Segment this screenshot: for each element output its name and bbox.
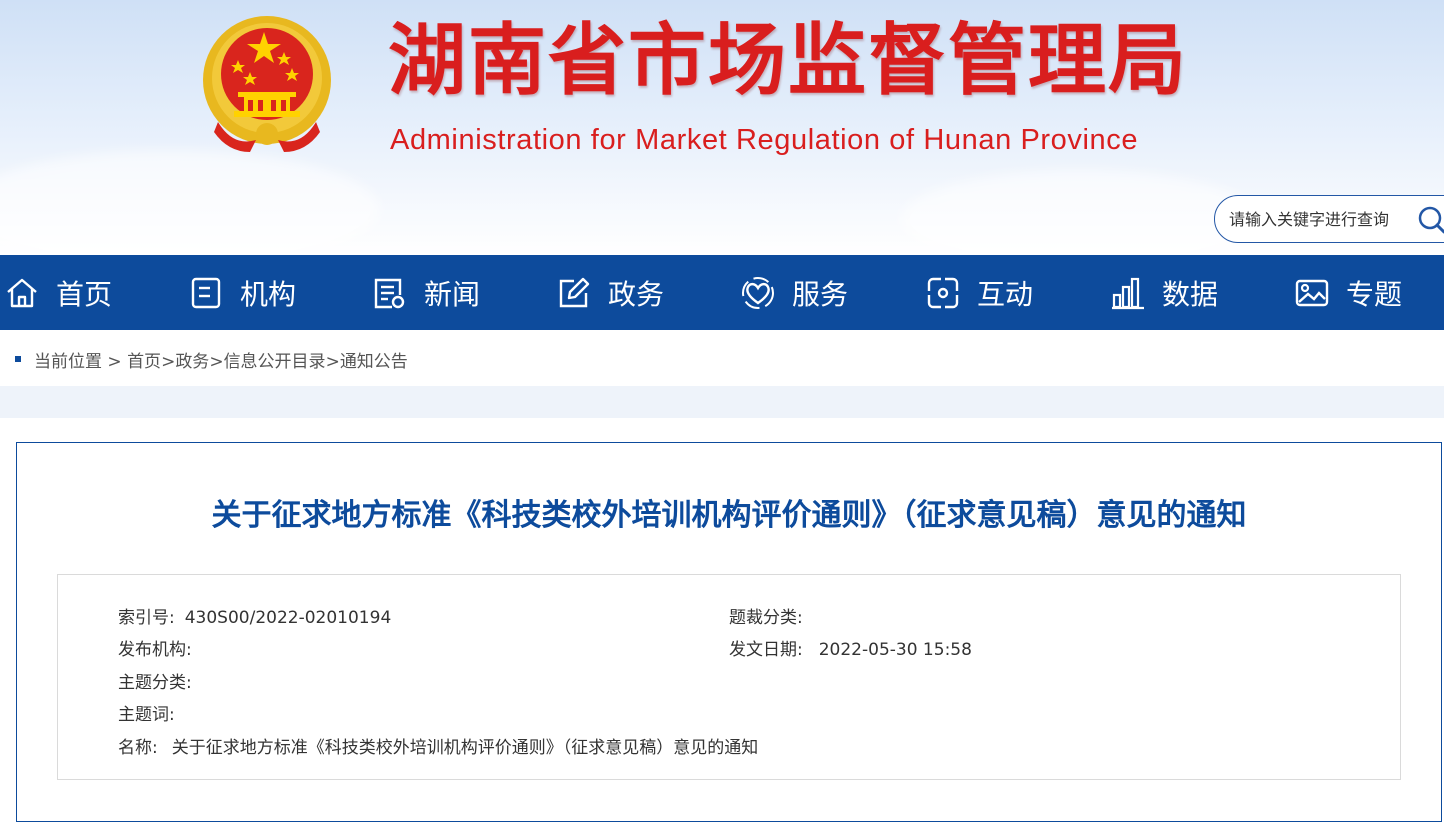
breadcrumb-text: 当前位置 > 首页>政务>信息公开目录>通知公告: [34, 347, 408, 372]
national-emblem-icon: [203, 16, 331, 152]
meta-label: 主题词:: [118, 705, 175, 725]
main-nav: 首页 机构 新闻 政务 服务 互动 数据 专题: [0, 255, 1444, 330]
search-input[interactable]: [1229, 206, 1409, 232]
nav-item-service[interactable]: 服务: [740, 255, 848, 330]
nav-item-label: 政务: [608, 277, 665, 311]
meta-publisher: 发布机构:: [118, 635, 202, 660]
nav-item-label: 首页: [56, 277, 113, 311]
image-icon: [1295, 279, 1329, 306]
nav-item-label: 服务: [792, 277, 849, 311]
news-icon: [374, 278, 405, 308]
meta-date: 发文日期: 2022-05-30 15:58: [729, 635, 972, 660]
meta-label: 主题分类:: [118, 673, 192, 693]
nav-item-interaction[interactable]: 互动: [925, 255, 1033, 330]
meta-label: 索引号:: [118, 608, 175, 628]
breadcrumb-link-notices[interactable]: 通知公告: [340, 352, 408, 372]
nav-item-org[interactable]: 机构: [188, 255, 296, 330]
breadcrumb-link-home[interactable]: 首页: [127, 352, 161, 372]
nav-item-affairs[interactable]: 政务: [556, 255, 664, 330]
meta-value: 430S00/2022-02010194: [184, 608, 392, 628]
nav-item-data[interactable]: 数据: [1110, 255, 1218, 330]
meta-name: 名称: 关于征求地方标准《科技类校外培训机构评价通则》（征求意见稿）意见的通知: [118, 733, 758, 758]
nav-item-label: 新闻: [424, 277, 481, 311]
meta-label: 题裁分类:: [729, 608, 803, 628]
breadcrumb-link-catalog[interactable]: 信息公开目录: [224, 352, 326, 372]
nav-item-label: 互动: [977, 277, 1034, 311]
nav-item-topics[interactable]: 专题: [1294, 255, 1402, 330]
header-cloud: [900, 170, 1260, 255]
article-title: 关于征求地方标准《科技类校外培训机构评价通则》（征求意见稿）意见的通知: [211, 498, 1247, 533]
site-subtitle: Administration for Market Regulation of …: [390, 124, 1139, 156]
meta-index: 索引号: 430S00/2022-02010194: [118, 603, 391, 628]
nav-item-home[interactable]: 首页: [4, 255, 112, 330]
breadcrumb-bullet: [15, 356, 21, 362]
search-box: [1214, 195, 1444, 243]
meta-label: 名称:: [118, 738, 158, 758]
meta-label: 发布机构:: [118, 640, 192, 660]
edit-icon: [559, 277, 590, 307]
bar-chart-icon: [1112, 277, 1144, 309]
site-title: 湖南省市场监督管理局: [388, 16, 1189, 106]
home-icon: [7, 278, 37, 307]
breadcrumb: 当前位置 > 首页>政务>信息公开目录>通知公告: [0, 330, 1444, 386]
service-heart-icon: [742, 276, 774, 309]
breadcrumb-separator: >: [161, 352, 176, 372]
nav-item-label: 机构: [240, 277, 297, 311]
meta-value: 2022-05-30 15:58: [818, 640, 972, 660]
breadcrumb-prefix: 当前位置 >: [34, 352, 122, 372]
meta-topic: 主题分类:: [118, 668, 202, 693]
interaction-icon: [927, 277, 959, 308]
meta-keywords: 主题词:: [118, 700, 185, 725]
breadcrumb-link-affairs[interactable]: 政务: [175, 352, 209, 372]
nav-item-label: 数据: [1162, 277, 1219, 311]
search-icon[interactable]: [1417, 205, 1444, 235]
breadcrumb-separator: >: [209, 352, 224, 372]
article-meta-table: 索引号: 430S00/2022-02010194 题裁分类: 发布机构: 发文日…: [57, 574, 1401, 780]
meta-genre: 题裁分类:: [729, 603, 813, 628]
header-cloud: [0, 150, 380, 255]
section-divider: [0, 386, 1444, 418]
nav-item-news[interactable]: 新闻: [372, 255, 480, 330]
document-icon: [191, 277, 221, 308]
nav-item-label: 专题: [1346, 277, 1403, 311]
meta-label: 发文日期:: [729, 640, 803, 660]
breadcrumb-separator: >: [325, 352, 340, 372]
meta-value: 关于征求地方标准《科技类校外培训机构评价通则》（征求意见稿）意见的通知: [171, 738, 759, 758]
site-header: 湖南省市场监督管理局 Administration for Market Reg…: [0, 0, 1444, 255]
